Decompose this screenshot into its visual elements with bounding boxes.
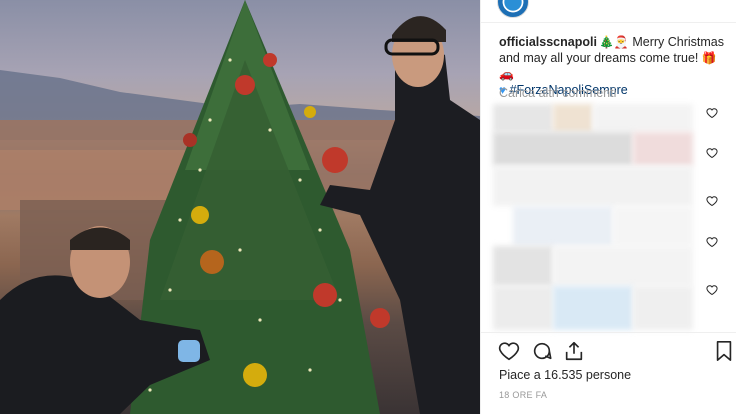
blurred-comments bbox=[493, 104, 695, 334]
actions-divider bbox=[481, 332, 736, 333]
comment-icon[interactable] bbox=[531, 340, 553, 362]
car-emoji-icon: 🚗 bbox=[499, 67, 514, 81]
christmas-tree-photo bbox=[0, 0, 480, 414]
load-more-comments-link[interactable]: Carica altri commenti bbox=[499, 86, 616, 100]
caption-username[interactable]: officialsscnapoli bbox=[499, 35, 597, 49]
christmas-tree-emoji-icon: 🎄 bbox=[598, 35, 614, 49]
like-heart-icon[interactable] bbox=[498, 340, 520, 362]
santa-emoji-icon: 🎅 bbox=[613, 35, 629, 49]
post-photo[interactable] bbox=[0, 0, 480, 414]
comment-like-heart-icon[interactable] bbox=[706, 236, 718, 248]
post-side-panel: officialsscnapoli 🎄🎅 Merry Christmas and … bbox=[480, 0, 736, 414]
comment-like-heart-icon[interactable] bbox=[706, 284, 718, 296]
likes-count[interactable]: Piace a 16.535 persone bbox=[499, 368, 631, 382]
comment-like-heart-icon[interactable] bbox=[706, 107, 718, 119]
comment-like-heart-icon[interactable] bbox=[706, 195, 718, 207]
post-timestamp[interactable]: 18 ORE FA bbox=[499, 390, 547, 400]
gift-emoji-icon: 🎁 bbox=[701, 51, 717, 65]
avatar[interactable] bbox=[497, 0, 529, 18]
bookmark-icon[interactable] bbox=[713, 340, 735, 362]
share-icon[interactable] bbox=[563, 340, 585, 362]
post-header bbox=[481, 0, 736, 23]
comment-like-heart-icon[interactable] bbox=[706, 147, 718, 159]
